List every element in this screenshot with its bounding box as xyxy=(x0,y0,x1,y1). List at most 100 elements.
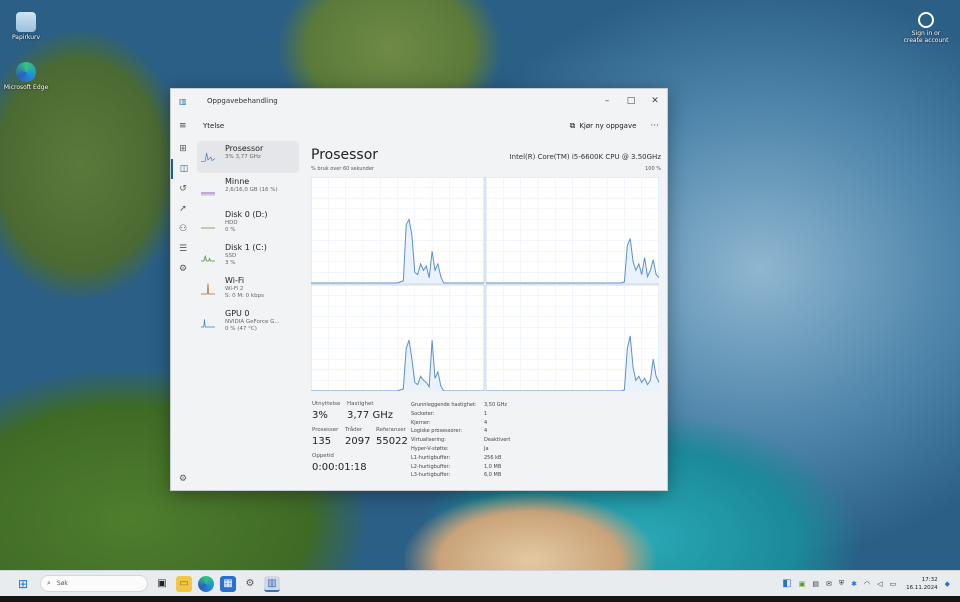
core-graph xyxy=(485,177,659,284)
task-view-icon[interactable]: ▣ xyxy=(154,576,170,592)
settings-icon[interactable]: ⚙ xyxy=(179,474,187,484)
resource-detail: 3 % xyxy=(225,260,236,266)
clock[interactable]: 17:32 16.11.2024 xyxy=(906,576,938,592)
handles-label: Referanser xyxy=(376,427,406,433)
windows-start-icon[interactable]: ⊞ xyxy=(18,577,32,591)
resource-memory[interactable]: Minne 2,6/16,0 GB (16 %) xyxy=(197,174,299,206)
threads-value: 2097 xyxy=(345,436,371,447)
spec-value: 6,0 MB xyxy=(484,472,502,479)
account-shortcut[interactable]: Sign in or create account xyxy=(902,12,950,44)
resource-type: SSD xyxy=(225,253,237,259)
taskbar-search[interactable]: ⌕ Søk xyxy=(40,575,148,592)
recycle-bin-icon xyxy=(16,12,36,32)
graph-max-label: 100 % xyxy=(645,166,661,172)
run-new-task-label: Kjør ny oppgave xyxy=(579,122,637,130)
spec-key: L3-hurtigbuffer: xyxy=(411,472,451,479)
spec-value: 1 xyxy=(484,410,488,417)
resource-name: Prosessor xyxy=(225,144,264,153)
security-icon[interactable]: ⛨ xyxy=(839,579,844,588)
battery-icon[interactable]: ▭ xyxy=(889,580,896,588)
edge-shortcut[interactable]: Microsoft Edge xyxy=(2,62,50,91)
spec-key: Grunnleggende hastighet: xyxy=(411,402,477,408)
notification-bell-icon[interactable]: ◆ xyxy=(945,580,950,588)
volume-icon[interactable]: ◁ xyxy=(877,580,882,588)
processes-label: Prosesser xyxy=(312,427,339,433)
app-tray-icon[interactable]: ▤ xyxy=(812,580,819,588)
search-icon: ⌕ xyxy=(47,579,51,587)
resource-detail: 3% 3,77 GHz xyxy=(225,154,261,160)
processes-nav-icon[interactable]: ⊞ xyxy=(171,139,195,159)
edge-taskbar-icon[interactable] xyxy=(198,575,214,592)
nvidia-icon[interactable]: ▣ xyxy=(799,580,806,588)
startup-apps-nav-icon[interactable]: ➚ xyxy=(171,199,195,219)
resource-wifi[interactable]: Wi-Fi Wi-Fi 2 S: 0 M: 0 kbps xyxy=(197,273,299,305)
resource-name: Disk 1 (C:) xyxy=(225,243,267,252)
spec-key: L1-hurtigbuffer: xyxy=(411,454,451,461)
spec-key: Kjerner: xyxy=(411,419,431,426)
speed-stat: Hastighet 3,77 GHz xyxy=(347,401,393,421)
utilization-label: Utnyttelse xyxy=(312,401,341,407)
maximize-button[interactable]: □ xyxy=(619,96,643,106)
widgets-icon[interactable]: ◧ xyxy=(782,578,791,589)
hamburger-menu-icon[interactable]: ≡ xyxy=(179,121,193,131)
speed-label: Hastighet xyxy=(347,401,374,407)
edge-label: Microsoft Edge xyxy=(3,84,49,91)
spec-value: 1,0 MB xyxy=(484,463,502,470)
resource-detail: S: 0 M: 0 kbps xyxy=(225,293,264,299)
settings-taskbar-icon[interactable]: ⚙ xyxy=(242,576,258,592)
uptime-stat: Oppetid 0:00:01:18 xyxy=(312,453,367,473)
file-explorer-icon[interactable]: ▭ xyxy=(176,575,192,592)
disk1-sparkline xyxy=(201,254,215,262)
core-graph xyxy=(311,177,485,284)
edge-icon xyxy=(16,62,36,82)
services-nav-icon[interactable]: ⚙ xyxy=(171,259,195,279)
spec-key: Logiske prosessorer: xyxy=(411,428,463,435)
spec-row: L1-hurtigbuffer: 256 kB xyxy=(411,455,521,464)
spec-key: Socketer: xyxy=(411,410,435,417)
performance-nav-icon[interactable]: ◫ xyxy=(171,159,195,179)
graph-caption: % bruk over 60 sekunder xyxy=(311,166,374,172)
more-options-button[interactable]: ··· xyxy=(650,121,659,131)
resource-name: Minne xyxy=(225,177,250,186)
app-history-nav-icon[interactable]: ↺ xyxy=(171,179,195,199)
desktop: Papirkurv Microsoft Edge Sign in or crea… xyxy=(0,0,960,602)
details-nav-icon[interactable]: ☰ xyxy=(171,239,195,259)
nav-rail: ⊞ ◫ ↺ ➚ ⚇ ☰ ⚙ xyxy=(171,139,195,489)
close-button[interactable]: ✕ xyxy=(643,96,667,106)
spec-value: Ja xyxy=(484,445,489,452)
store-icon[interactable]: ▦ xyxy=(220,575,236,592)
spec-value: 256 kB xyxy=(484,454,502,461)
resource-disk0[interactable]: Disk 0 (D:) HDD 0 % xyxy=(197,207,299,239)
bluetooth-icon[interactable]: ✱ xyxy=(851,580,857,588)
resource-name: Wi-Fi xyxy=(225,276,245,285)
chat-icon[interactable]: ✉ xyxy=(826,580,832,588)
title-bar[interactable]: ▥ Oppgavebehandling – □ ✕ xyxy=(171,89,667,113)
monitor-bezel xyxy=(0,596,960,602)
search-placeholder: Søk xyxy=(56,580,68,587)
resource-name: GPU 0 xyxy=(225,309,250,318)
resource-name: Disk 0 (D:) xyxy=(225,210,268,219)
task-manager-taskbar-icon[interactable]: ▥ xyxy=(264,575,280,592)
spec-value: 3,50 GHz xyxy=(484,402,507,408)
run-new-task-button[interactable]: ⧉ Kjør ny oppgave xyxy=(570,121,637,131)
panel-title: Prosessor xyxy=(311,147,379,163)
uptime-label: Oppetid xyxy=(312,453,334,459)
resource-gpu0[interactable]: GPU 0 NVIDIA GeForce G... 0 % (47 °C) xyxy=(197,306,299,338)
spec-value: Deaktivert xyxy=(484,437,511,444)
spec-row: Grunnleggende hastighet: 3,50 GHz xyxy=(411,402,521,411)
page-title: Ytelse xyxy=(203,122,225,130)
users-nav-icon[interactable]: ⚇ xyxy=(171,219,195,239)
handles-value: 55022 xyxy=(376,436,408,447)
wifi-icon[interactable]: ◠ xyxy=(864,580,870,588)
minimize-button[interactable]: – xyxy=(595,96,619,106)
resource-disk1[interactable]: Disk 1 (C:) SSD 3 % xyxy=(197,240,299,272)
spec-row: Logiske prosessorer: 4 xyxy=(411,428,521,437)
uptime-value: 0:00:01:18 xyxy=(312,462,367,473)
spec-row: Socketer: 1 xyxy=(411,411,521,420)
taskbar: ⊞ ⌕ Søk ▣ ▭ ▦ ⚙ ▥ ◧ ▣ ▤ ✉ ⛨ ✱ ◠ ◁ ▭ 17:3… xyxy=(0,570,960,596)
task-manager-icon: ▥ xyxy=(179,96,187,106)
recycle-bin[interactable]: Papirkurv xyxy=(2,12,50,41)
resource-cpu[interactable]: Prosessor 3% 3,77 GHz xyxy=(197,141,299,173)
cpu-model: Intel(R) Core(TM) i5-6600K CPU @ 3.50GHz xyxy=(509,153,661,161)
spec-key: L2-hurtigbuffer: xyxy=(411,463,451,470)
